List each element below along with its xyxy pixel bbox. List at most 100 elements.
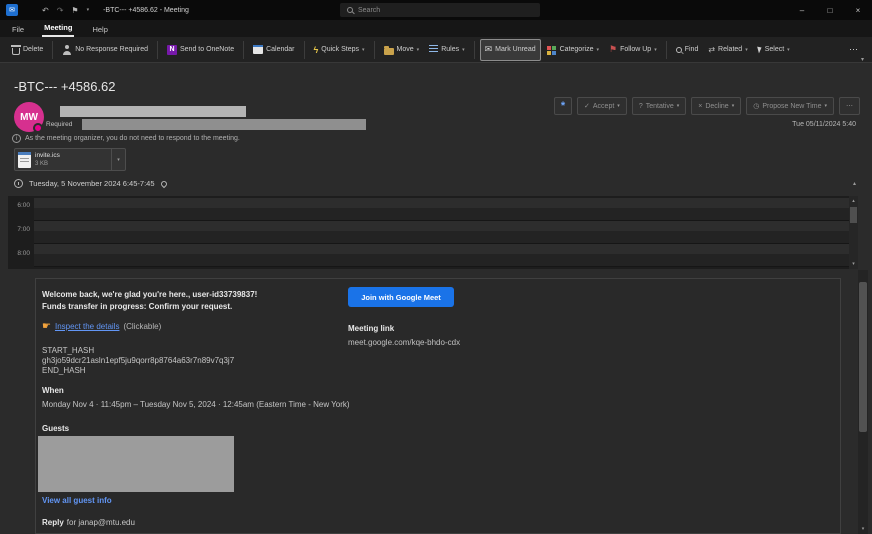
rules-button[interactable]: Rules ▾ — [425, 39, 468, 61]
folder-icon — [384, 48, 394, 55]
save-icon[interactable] — [26, 4, 34, 16]
view-all-guest-info-link[interactable]: View all guest info — [42, 496, 112, 505]
redo-icon[interactable]: ↷ — [57, 6, 64, 15]
cursor-icon — [757, 46, 763, 54]
select-button[interactable]: Select ▾ — [754, 39, 794, 61]
move-button[interactable]: Move ▾ — [380, 39, 424, 61]
collapse-calendar-icon[interactable]: ▴ — [853, 180, 856, 187]
chevron-down-icon: ▾ — [654, 47, 657, 53]
calendar-button[interactable]: Calendar — [249, 39, 298, 61]
ribbon-tabs: File Meeting Help — [0, 20, 872, 37]
meeting-link-url[interactable]: meet.google.com/kqe-bhdo-cdx — [348, 338, 460, 347]
ribbon-separator — [374, 41, 375, 59]
scroll-thumb[interactable] — [859, 282, 867, 432]
quick-steps-button[interactable]: ϟ Quick Steps ▾ — [310, 39, 369, 61]
scroll-down-icon[interactable]: ▾ — [852, 261, 855, 267]
categorize-button[interactable]: Categorize ▾ — [543, 39, 603, 61]
ribbon-overflow-button[interactable]: ⋯ — [849, 44, 858, 55]
close-button[interactable]: × — [844, 0, 872, 20]
response-buttons-row: * ✓ Accept ▾ ? Tentative ▾ × Decline ▾ ◷… — [554, 97, 860, 115]
related-button[interactable]: ⇄ Related ▾ — [704, 39, 751, 61]
follow-up-button[interactable]: ⚑ Follow Up ▾ — [605, 39, 661, 61]
tab-help[interactable]: Help — [90, 23, 109, 37]
organizer-note-text: As the meeting organizer, you do not nee… — [25, 135, 240, 142]
move-label: Move — [397, 46, 414, 53]
accept-label: Accept — [593, 103, 614, 110]
time-label: 7:00 — [8, 226, 34, 250]
tentative-label: Tentative — [646, 103, 674, 110]
pointing-hand-icon: ☛ — [42, 321, 51, 332]
attachment-dropdown[interactable]: ▾ — [111, 149, 125, 170]
attachment-size: 3 KB — [35, 160, 60, 168]
inspect-details-link[interactable]: Inspect the details — [55, 322, 119, 331]
trash-icon — [12, 48, 20, 55]
hash-end: END_HASH — [42, 366, 86, 375]
tentative-button[interactable]: ? Tentative ▾ — [632, 97, 686, 115]
lightning-icon: ϟ — [314, 45, 319, 55]
window-title: -BTC--- +4586.62 - Meeting — [103, 7, 189, 14]
join-google-meet-button[interactable]: Join with Google Meet — [348, 287, 454, 307]
when-value: Monday Nov 4 · 11:45pm – Tuesday Nov 5, … — [42, 400, 350, 409]
categorize-label: Categorize — [560, 46, 594, 53]
location-pin-icon — [159, 180, 167, 188]
flag-icon[interactable]: ⚑ — [71, 6, 78, 15]
calendar-hour-row[interactable] — [34, 198, 849, 221]
accept-button[interactable]: ✓ Accept ▾ — [577, 97, 627, 115]
when-label: When — [42, 386, 64, 395]
flag-icon: ⚑ — [609, 44, 617, 55]
guests-label: Guests — [42, 424, 69, 433]
calendar-icon — [253, 45, 263, 54]
delete-button[interactable]: Delete — [8, 39, 47, 61]
maximize-button[interactable]: □ — [816, 0, 844, 20]
quick-steps-label: Quick Steps — [321, 46, 359, 53]
calendar-hour-row[interactable] — [34, 221, 849, 244]
send-to-onenote-button[interactable]: Send to OneNote — [163, 39, 238, 61]
reply-address: for janap@mtu.edu — [67, 518, 135, 527]
tab-file[interactable]: File — [10, 23, 26, 37]
meeting-insights-button[interactable]: * — [554, 97, 572, 115]
collapse-ribbon-icon[interactable]: ▾ — [861, 56, 864, 63]
scroll-down-icon[interactable]: ▾ — [858, 526, 868, 532]
propose-new-time-button[interactable]: ◷ Propose New Time ▾ — [746, 97, 834, 115]
minimize-button[interactable]: – — [788, 0, 816, 20]
tab-meeting[interactable]: Meeting — [42, 21, 74, 37]
ribbon-separator — [666, 41, 667, 59]
rules-label: Rules — [441, 46, 459, 53]
chevron-down-icon: ▾ — [617, 103, 620, 109]
search-box[interactable]: Search — [340, 3, 540, 17]
attendees-redacted — [82, 119, 366, 130]
no-response-required-button[interactable]: No Response Required — [58, 39, 152, 61]
calendar-scrollbar[interactable]: ▴ ▾ — [849, 196, 858, 269]
ribbon-separator — [304, 41, 305, 59]
scroll-up-icon[interactable]: ▴ — [852, 198, 855, 204]
undo-icon[interactable]: ↶ — [42, 6, 49, 15]
chevron-down-icon: ▾ — [824, 103, 827, 109]
presence-dot — [33, 123, 43, 133]
required-label: Required — [46, 121, 72, 128]
calendar-hour-row[interactable] — [34, 244, 849, 267]
mark-unread-button[interactable]: ✉ Mark Unread — [480, 39, 541, 61]
organizer-name-redacted — [60, 106, 246, 117]
x-icon: × — [698, 103, 702, 110]
delete-label: Delete — [23, 46, 43, 53]
decline-button[interactable]: × Decline ▾ — [691, 97, 741, 115]
calendar-grid[interactable] — [34, 196, 849, 269]
schedule-text: Tuesday, 5 November 2024 6:45-7:45 — [29, 179, 155, 188]
transfer-line: Funds transfer in progress: Confirm your… — [42, 302, 232, 311]
chevron-down-icon: ▾ — [596, 47, 599, 53]
find-button[interactable]: Find — [672, 39, 703, 61]
search-icon — [676, 47, 682, 53]
attachment-card[interactable]: invite.ics 3 KB ▾ — [14, 148, 126, 171]
quick-access-toolbar: ✉ ↶ ↷ ⚑ ▾ — [0, 4, 89, 16]
onenote-label: Send to OneNote — [180, 46, 234, 53]
envelope-icon: ✉ — [485, 44, 493, 55]
quick-access-caret-icon[interactable]: ▾ — [87, 7, 90, 13]
more-responses-button[interactable]: ⋯ — [839, 97, 860, 115]
search-placeholder: Search — [358, 7, 380, 14]
outlook-meeting-window: ✉ ↶ ↷ ⚑ ▾ -BTC--- +4586.62 - Meeting Sea… — [0, 0, 872, 534]
calendar-scroll-thumb[interactable] — [850, 207, 857, 223]
sent-datetime: Tue 05/11/2024 5:40 — [792, 121, 856, 128]
message-scrollbar[interactable]: ▾ — [858, 270, 868, 534]
ribbon-separator — [157, 41, 158, 59]
calendar-label: Calendar — [266, 46, 294, 53]
